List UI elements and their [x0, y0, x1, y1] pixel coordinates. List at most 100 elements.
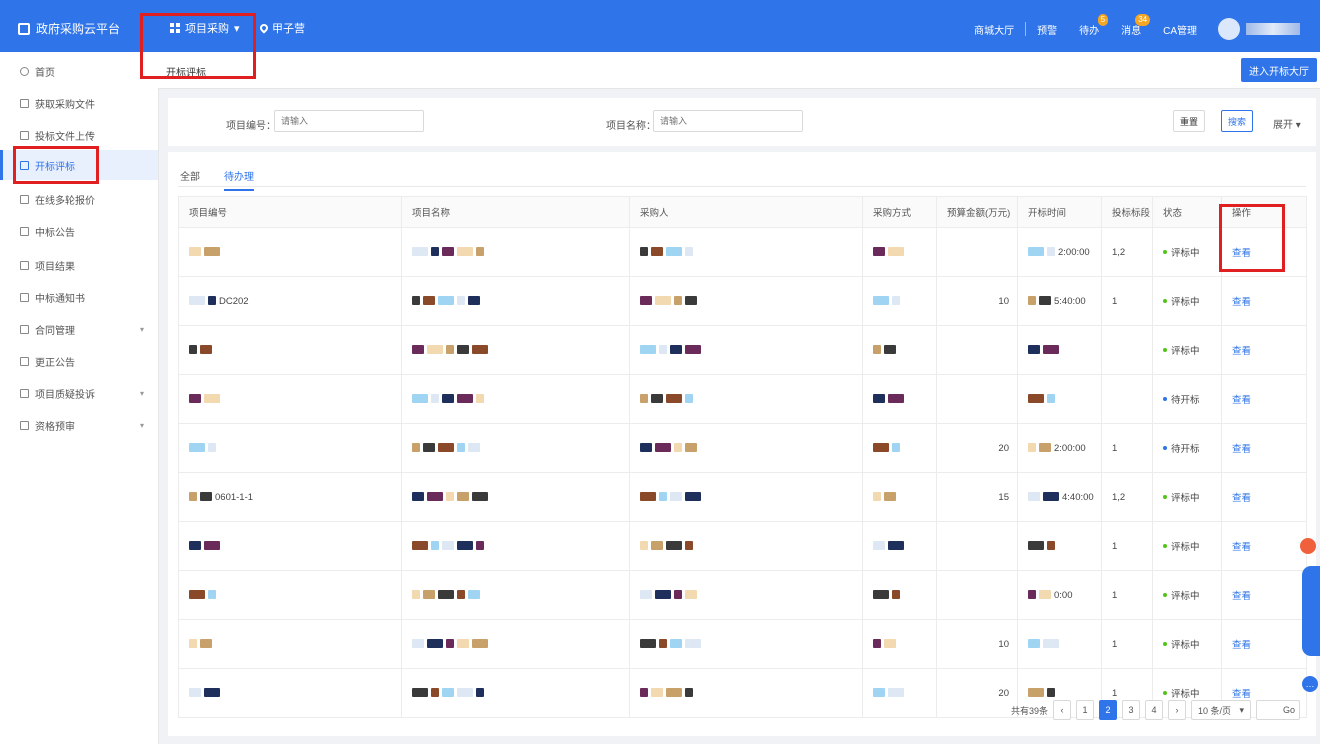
cell-code: [178, 668, 402, 718]
name-label: 项目名称：: [606, 121, 656, 132]
redacted-block: [685, 247, 693, 257]
redacted-block: [208, 590, 216, 600]
sidebar-item-contract[interactable]: 合同管理 ▾: [0, 314, 158, 344]
cell-method: [862, 521, 937, 571]
cell-name: [401, 325, 630, 375]
enter-hall-button[interactable]: 进入开标大厅: [1241, 58, 1317, 82]
view-link[interactable]: 查看: [1232, 444, 1251, 455]
redacted-block: [412, 492, 424, 502]
redacted-block: [685, 296, 697, 306]
warning-link[interactable]: 预警: [1026, 22, 1068, 37]
mall-link[interactable]: 商城大厅: [963, 22, 1025, 37]
view-link[interactable]: 查看: [1232, 346, 1251, 357]
next-page-button[interactable]: ›: [1168, 700, 1186, 720]
reset-button[interactable]: 重置: [1173, 110, 1205, 132]
ca-link[interactable]: CA管理: [1152, 22, 1208, 37]
redacted-block: [666, 247, 682, 257]
table-row[interactable]: 10 1 评标中 查看: [178, 619, 1307, 669]
redacted-block: [651, 541, 663, 551]
sidebar-item-label: 中标通知书: [35, 293, 85, 305]
project-menu[interactable]: 项目采购 ▾: [170, 20, 240, 36]
page-2[interactable]: 2: [1099, 700, 1117, 720]
chevron-down-icon: ▾: [1295, 120, 1301, 131]
redacted-block: [873, 443, 889, 453]
sidebar-item-complaint[interactable]: 项目质疑投诉 ▾: [0, 378, 158, 408]
cell-open-time: 2:00:00: [1017, 227, 1102, 277]
redacted-block: [189, 590, 205, 600]
location-label: 甲子营: [272, 23, 305, 35]
cell-section: 1: [1101, 521, 1153, 571]
redacted-block: [204, 247, 220, 257]
gavel-icon: [20, 160, 29, 170]
sidebar-item-bid-opening[interactable]: 开标评标: [0, 150, 158, 180]
sidebar-item-result[interactable]: 项目结果: [0, 250, 158, 280]
table-row[interactable]: 1 评标中 查看: [178, 521, 1307, 571]
todo-link[interactable]: 待办 5: [1068, 13, 1110, 37]
page-1[interactable]: 1: [1076, 700, 1094, 720]
sidebar-item-home[interactable]: 首页: [0, 56, 158, 86]
view-link[interactable]: 查看: [1232, 395, 1251, 406]
brand[interactable]: 政府采购云平台: [18, 20, 120, 37]
expand-toggle[interactable]: 展开 ▾: [1273, 116, 1301, 131]
chat-icon[interactable]: …: [1302, 676, 1318, 692]
cell-open-time: [1017, 325, 1102, 375]
filter-bar: 项目编号： 项目名称： 重置 搜索 展开 ▾: [168, 98, 1316, 146]
side-tool-strip[interactable]: [1302, 566, 1320, 656]
redacted-block: [457, 541, 473, 551]
search-button[interactable]: 搜索: [1221, 110, 1253, 132]
project-code-input[interactable]: [274, 110, 424, 132]
view-link[interactable]: 查看: [1232, 493, 1251, 504]
redacted-block: [412, 443, 420, 453]
goto-page-input[interactable]: Go: [1256, 700, 1300, 720]
cell-open-time: [1017, 374, 1102, 424]
view-link[interactable]: 查看: [1232, 297, 1251, 308]
redacted-block: [438, 443, 454, 453]
redacted-block: [640, 492, 656, 502]
table-row[interactable]: DC202 10 5:40:00 1 评标中 查看: [178, 276, 1307, 326]
cell-method: [862, 472, 937, 522]
table-row[interactable]: 0601-1-1 15 4:40:00 1,2 评标中 查看: [178, 472, 1307, 522]
page-size-select[interactable]: 10 条/页 ▾: [1191, 700, 1251, 720]
redacted-block: [457, 443, 465, 453]
cell-code: [178, 325, 402, 375]
view-link[interactable]: 查看: [1232, 640, 1251, 651]
sidebar-item-multi-quote[interactable]: 在线多轮报价: [0, 184, 158, 214]
table-row[interactable]: 20 2:00:00 1 待开标 查看: [178, 423, 1307, 473]
view-link[interactable]: 查看: [1232, 542, 1251, 553]
cell-status: 评标中: [1152, 619, 1222, 669]
user-name-blurred[interactable]: [1246, 23, 1300, 35]
message-link[interactable]: 消息 34: [1110, 13, 1152, 37]
table-row[interactable]: 待开标 查看: [178, 374, 1307, 424]
cell-open-time: 2:00:00: [1017, 423, 1102, 473]
sidebar-item-upload[interactable]: 投标文件上传: [0, 120, 158, 150]
redacted-block: [640, 639, 656, 649]
sidebar-item-award-letter[interactable]: 中标通知书: [0, 282, 158, 312]
sidebar-item-label: 项目结果: [35, 261, 75, 273]
redacted-block: [412, 345, 424, 355]
table-row[interactable]: 2:00:00 1,2 评标中 查看: [178, 227, 1307, 277]
page-4[interactable]: 4: [1145, 700, 1163, 720]
page-3[interactable]: 3: [1122, 700, 1140, 720]
avatar[interactable]: [1218, 18, 1240, 40]
pagination: 共有39条 ‹ 1 2 3 4 › 10 条/页 ▾ Go: [1011, 700, 1300, 720]
prev-page-button[interactable]: ‹: [1053, 700, 1071, 720]
redacted-block: [888, 394, 904, 404]
project-name-input[interactable]: [653, 110, 803, 132]
view-link[interactable]: 查看: [1232, 248, 1251, 259]
view-link[interactable]: 查看: [1232, 689, 1251, 700]
table-row[interactable]: 评标中 查看: [178, 325, 1307, 375]
view-link[interactable]: 查看: [1232, 591, 1251, 602]
sidebar-item-award-notice[interactable]: 中标公告: [0, 216, 158, 246]
redacted-block: [468, 443, 480, 453]
sidebar-item-get-docs[interactable]: 获取采购文件: [0, 88, 158, 118]
service-robot-icon[interactable]: [1300, 538, 1316, 554]
sidebar-item-prequal[interactable]: 资格预审 ▾: [0, 410, 158, 440]
redacted-block: [685, 345, 701, 355]
redacted-block: [1043, 492, 1059, 502]
redacted-block: [674, 590, 682, 600]
redacted-block: [472, 492, 488, 502]
location-selector[interactable]: 甲子营: [258, 20, 305, 36]
redacted-block: [655, 590, 671, 600]
table-row[interactable]: 0:00 1 评标中 查看: [178, 570, 1307, 620]
sidebar-item-correction[interactable]: 更正公告: [0, 346, 158, 376]
